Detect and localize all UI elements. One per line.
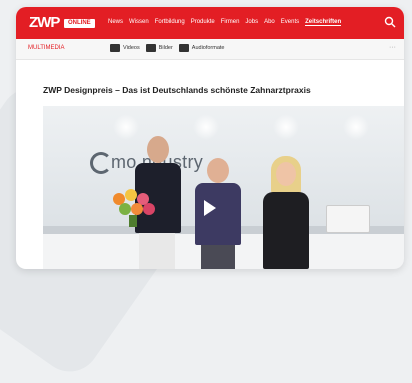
- person-man-center: [191, 158, 245, 269]
- audio-icon: [178, 44, 189, 52]
- article-title: ZWP Designpreis – Das ist Deutschlands s…: [43, 85, 311, 95]
- flower-bouquet: [113, 189, 159, 227]
- tag-bilder[interactable]: Bilder: [145, 44, 173, 52]
- video-player[interactable]: mo ndustry: [43, 106, 404, 269]
- brand-logo-mark: [90, 152, 112, 174]
- tag-audio[interactable]: Audioformate: [178, 44, 225, 52]
- search-icon[interactable]: [384, 16, 396, 28]
- nav-item-fortbildung[interactable]: Fortbildung: [155, 19, 185, 26]
- media-tags: Videos Bilder Audioformate: [110, 44, 225, 52]
- top-navigation-bar: ZWP ONLINE News Wissen Fortbildung Produ…: [16, 7, 404, 39]
- nav-item-firmen[interactable]: Firmen: [221, 19, 240, 26]
- more-icon[interactable]: ···: [389, 44, 396, 51]
- site-logo[interactable]: ZWP: [29, 15, 60, 31]
- play-icon[interactable]: [204, 200, 216, 216]
- tag-videos-label: Videos: [123, 45, 140, 51]
- desk-monitor: [326, 205, 370, 233]
- nav-item-news[interactable]: News: [108, 19, 123, 26]
- browser-card: ZWP ONLINE News Wissen Fortbildung Produ…: [16, 7, 404, 269]
- person-woman-right: [257, 156, 315, 269]
- ceiling-light: [273, 114, 299, 140]
- tag-bilder-label: Bilder: [158, 45, 173, 51]
- nav-item-produkte[interactable]: Produkte: [191, 19, 215, 26]
- ceiling-light: [343, 114, 369, 140]
- tag-audio-label: Audioformate: [191, 45, 225, 51]
- nav-item-wissen[interactable]: Wissen: [129, 19, 149, 26]
- tag-videos[interactable]: Videos: [110, 44, 140, 52]
- ceiling-light: [193, 114, 219, 140]
- nav-item-zeitschriften[interactable]: Zeitschriften: [305, 19, 342, 26]
- image-icon: [145, 44, 156, 52]
- video-icon: [110, 44, 120, 52]
- section-label[interactable]: MULTIMEDIA: [28, 45, 65, 51]
- nav-item-events[interactable]: Events: [281, 19, 299, 26]
- logo-badge: ONLINE: [64, 19, 95, 28]
- nav-item-jobs[interactable]: Jobs: [245, 19, 258, 26]
- main-nav: News Wissen Fortbildung Produkte Firmen …: [108, 19, 342, 26]
- nav-item-abo[interactable]: Abo: [264, 19, 275, 26]
- sub-navigation-bar: MULTIMEDIA Videos Bilder Audioformate ··…: [16, 39, 404, 60]
